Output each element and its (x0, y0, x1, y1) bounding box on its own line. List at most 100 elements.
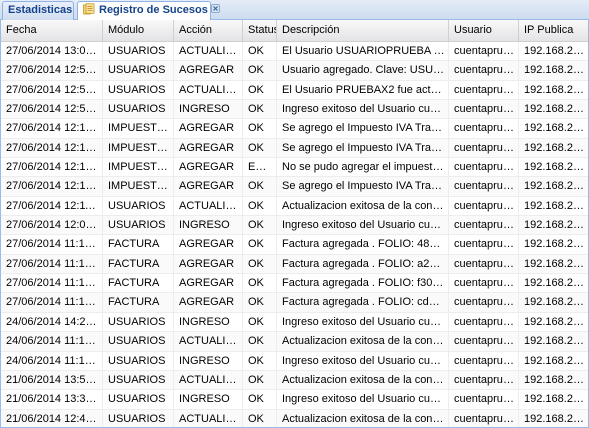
cell-ip-publica: 192.168.20.6 (524, 257, 588, 270)
cell-ip-publica: 192.168.20.6 (524, 238, 588, 251)
column-header-ip-publica[interactable]: IP Publica (519, 20, 588, 41)
table-row[interactable]: 27/06/2014 12:55:54 USUARIOS ACTUALIZAR OK E… (1, 80, 588, 101)
column-header-fecha[interactable]: Fecha (1, 20, 103, 41)
cell-modulo: FACTURA (103, 235, 174, 254)
cell-status: OK (243, 235, 277, 254)
cell-descripcion: Factura agregada . FOLIO: a2663dfe- (277, 254, 449, 274)
table-row[interactable]: 21/06/2014 12:41:37 USUARIOS ACTUALIZAR OK A… (1, 409, 588, 427)
cell-fecha: 27/06/2014 12:15:30 (1, 158, 103, 177)
cell-status: OK (243, 370, 277, 390)
tab-estadisticas[interactable]: Estadisticas (2, 1, 74, 20)
tab-registro-de-sucesos[interactable]: Registro de Sucesos (77, 1, 220, 21)
table-row[interactable]: 27/06/2014 12:15:20 IMPUESTOS AGREGAR OK Se … (1, 177, 588, 197)
column-header-usuario[interactable]: Usuario (449, 20, 519, 41)
cell-accion: ACTUALIZAR (174, 42, 243, 61)
table-row[interactable]: 24/06/2014 14:29:18 USUARIOS INGRESO OK Ingr… (1, 312, 588, 333)
cell-usuario: cuentaprueba (449, 158, 519, 177)
table-row[interactable]: 27/06/2014 11:13:10 FACTURA AGREGAR OK Factu… (1, 293, 588, 313)
table-row[interactable]: 27/06/2014 12:15:39 IMPUESTOS AGREGAR OK Se … (1, 138, 588, 159)
column-header-modulo[interactable]: Módulo (103, 20, 174, 41)
cell-status: OK (243, 409, 277, 427)
cell-accion: AGREGAR (174, 254, 243, 274)
cell-descripcion: Ingreso exitoso del Usuario cuentaprueba (277, 100, 449, 119)
cell-ip-publica: 192.168.20.6 (524, 393, 588, 406)
cell-modulo: USUARIOS (103, 216, 174, 235)
cell-usuario: cuentaprueba (449, 274, 519, 293)
cell-usuario: cuentaprueba (449, 312, 519, 332)
cell-status: OK (243, 312, 277, 332)
column-header-accion[interactable]: Acción (174, 20, 243, 41)
cell-usuario: cuentaprueba (449, 196, 519, 216)
cell-fecha: 27/06/2014 12:09:27 (1, 216, 103, 235)
cell-accion: INGRESO (174, 351, 243, 370)
cell-descripcion: Se agrego el Impuesto IVA Trasladado (277, 138, 449, 158)
cell-status: OK (243, 293, 277, 312)
cell-modulo: USUARIOS (103, 312, 174, 332)
cell-descripcion: No se pudo agregar el impuesto IVA Trasl… (277, 158, 449, 177)
table-row[interactable]: 27/06/2014 12:15:46 IMPUESTOS AGREGAR OK Se … (1, 119, 588, 139)
cell-ip-publica: 192.168.20.6 (524, 45, 588, 57)
cell-status: OK (243, 332, 277, 351)
table-row[interactable]: 24/06/2014 11:12:01 USUARIOS ACTUALIZAR OK A… (1, 332, 588, 352)
cell-modulo: USUARIOS (103, 61, 174, 80)
cell-ip-publica: 192.168.20.6 (524, 354, 588, 367)
cell-descripcion: Actualizacion exitosa de la contraseña d… (277, 332, 449, 351)
cell-fecha: 27/06/2014 12:15:46 (1, 119, 103, 138)
cell-descripcion: El Usuario PRUEBAX2 fue actualizado exit… (277, 80, 449, 100)
cell-accion: INGRESO (174, 312, 243, 332)
cell-status: OK (243, 351, 277, 370)
table-row[interactable]: 24/06/2014 11:10:43 USUARIOS INGRESO OK Ingr… (1, 351, 588, 371)
cell-modulo: USUARIOS (103, 409, 174, 427)
cell-modulo: USUARIOS (103, 351, 174, 370)
cell-ip-publica: 192.168.20.6 (524, 103, 588, 116)
grid-header: Fecha Módulo Acción Status Descripción U… (1, 20, 588, 42)
cell-accion: AGREGAR (174, 61, 243, 80)
cell-usuario: cuentaprueba (449, 351, 519, 370)
table-row[interactable]: 27/06/2014 11:18:58 FACTURA AGREGAR OK Factu… (1, 254, 588, 275)
cell-fecha: 24/06/2014 14:29:18 (1, 312, 103, 332)
tab-strip: Estadisticas Registro de Sucesos (0, 0, 589, 21)
table-row[interactable]: 27/06/2014 12:56:57 USUARIOS AGREGAR OK Usua… (1, 61, 588, 81)
table-row[interactable]: 27/06/2014 11:13:58 FACTURA AGREGAR OK Factu… (1, 274, 588, 294)
cell-fecha: 21/06/2014 13:30:22 (1, 390, 103, 409)
close-icon[interactable] (210, 2, 220, 13)
cell-descripcion: Ingreso exitoso del Usuario cuentaprueba (277, 312, 449, 332)
folder-icon (83, 3, 95, 15)
cell-usuario: cuentaprueba (449, 177, 519, 196)
cell-usuario: cuentaprueba (449, 332, 519, 351)
cell-modulo: FACTURA (103, 254, 174, 274)
cell-ip-publica: 192.168.20.6 (524, 141, 588, 154)
cell-fecha: 21/06/2014 12:41:37 (1, 409, 103, 427)
cell-accion: ACTUALIZAR (174, 196, 243, 216)
table-row[interactable]: 27/06/2014 12:55:17 USUARIOS INGRESO OK Ingr… (1, 100, 588, 120)
cell-accion: ACTUALIZAR (174, 332, 243, 351)
table-row[interactable]: 27/06/2014 12:11:01 USUARIOS ACTUALIZAR OK A… (1, 196, 588, 217)
cell-descripcion: Se agrego el Impuesto IVA Trasladado (277, 119, 449, 138)
cell-modulo: USUARIOS (103, 100, 174, 119)
cell-ip-publica: 192.168.20.6 (524, 335, 588, 348)
table-row[interactable]: 27/06/2014 11:19:37 FACTURA AGREGAR OK Factu… (1, 235, 588, 255)
cell-modulo: IMPUESTOS (103, 138, 174, 158)
cell-usuario: cuentaprueba (449, 293, 519, 312)
table-row[interactable]: 27/06/2014 12:15:30IMPUESTOSAGREGARERROR… (1, 158, 588, 178)
cell-modulo: USUARIOS (103, 370, 174, 390)
cell-modulo: IMPUESTOS (103, 177, 174, 196)
cell-accion: ACTUALIZAR (174, 370, 243, 390)
cell-modulo: USUARIOS (103, 42, 174, 61)
column-header-descripcion[interactable]: Descripción (277, 20, 449, 41)
column-header-status[interactable]: Status (243, 20, 277, 41)
cell-ip-publica: 192.168.20.6 (524, 180, 588, 193)
cell-modulo: USUARIOS (103, 332, 174, 351)
table-row[interactable]: 27/06/2014 12:09:27 USUARIOS INGRESO OK Ingr… (1, 216, 588, 236)
table-row[interactable]: 21/06/2014 13:54:17 USUARIOS ACTUALIZAR OK A… (1, 370, 588, 391)
cell-usuario: cuentaprueba (449, 119, 519, 138)
cell-usuario: cuentaprueba (449, 138, 519, 158)
cell-modulo: IMPUESTOS (103, 119, 174, 138)
table-row[interactable]: 21/06/2014 13:30:22 USUARIOS INGRESO OK Ingr… (1, 390, 588, 410)
table-row[interactable]: 27/06/2014 13:04:03 USUARIOS ACTUALIZAR OK E… (1, 42, 588, 62)
cell-descripcion: Se agrego el Impuesto IVA Traslado (277, 177, 449, 196)
cell-descripcion: Factura agregada . FOLIO: f3055813- (277, 274, 449, 293)
cell-accion: AGREGAR (174, 158, 243, 177)
cell-status: OK (243, 177, 277, 196)
cell-fecha: 27/06/2014 12:11:01 (1, 196, 103, 216)
